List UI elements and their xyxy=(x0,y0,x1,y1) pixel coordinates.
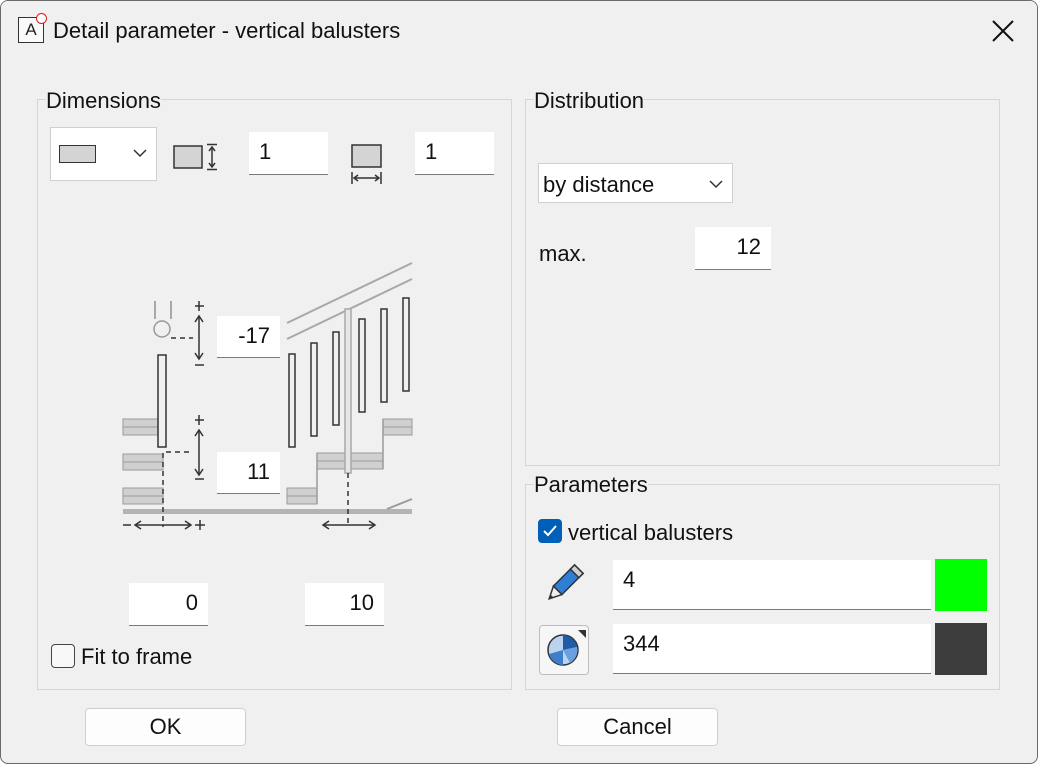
start-offset-input[interactable]: 0 xyxy=(129,583,208,626)
profile-width-input[interactable]: 1 xyxy=(415,132,494,175)
parameters-label: Parameters xyxy=(534,472,648,498)
close-button[interactable] xyxy=(977,11,1029,51)
fit-to-frame-checkbox[interactable] xyxy=(51,644,75,668)
vertical-balusters-checkbox[interactable] xyxy=(538,519,562,543)
max-label: max. xyxy=(539,241,587,266)
window-title: Detail parameter - vertical balusters xyxy=(53,18,401,43)
distribution-label: Distribution xyxy=(534,88,645,114)
chevron-down-icon xyxy=(133,149,147,158)
distribution-mode-value: by distance xyxy=(543,172,655,197)
ok-button[interactable]: OK xyxy=(85,708,246,746)
line-type-input[interactable]: 344 xyxy=(613,624,931,674)
distribution-group xyxy=(525,99,1000,466)
profile-height-icon xyxy=(173,143,217,171)
profile-shape-dropdown[interactable] xyxy=(50,127,157,181)
dimensions-label: Dimensions xyxy=(46,88,161,114)
cancel-button[interactable]: Cancel xyxy=(557,708,718,746)
app-icon: A xyxy=(18,13,47,43)
pen-button[interactable] xyxy=(539,559,589,609)
line-color-swatch[interactable] xyxy=(935,623,987,675)
close-icon xyxy=(992,20,1014,42)
pencil-icon xyxy=(547,563,585,601)
title-bar: A Detail parameter - vertical balusters xyxy=(1,1,1037,61)
dialog-window: A Detail parameter - vertical balusters … xyxy=(0,0,1038,764)
baluster-diagram xyxy=(122,262,413,530)
max-distance-input[interactable]: 12 xyxy=(695,227,771,270)
distribution-mode-dropdown[interactable]: by distance xyxy=(538,163,733,203)
checkmark-icon xyxy=(543,525,557,537)
vertical-balusters-label: vertical balusters xyxy=(568,520,734,545)
bottom-offset-input[interactable]: 11 xyxy=(217,452,280,494)
chevron-down-icon xyxy=(709,180,723,189)
line-style-icon xyxy=(547,630,586,666)
profile-width-icon xyxy=(351,144,382,184)
fit-to-frame-label: Fit to frame xyxy=(81,644,193,669)
rectangle-profile-icon xyxy=(59,145,96,163)
pen-color-swatch[interactable] xyxy=(935,559,987,611)
pen-thickness-input[interactable]: 4 xyxy=(613,560,931,610)
spacing-offset-input[interactable]: 10 xyxy=(305,583,384,626)
handrail-offset-input[interactable]: -17 xyxy=(217,316,280,358)
line-type-button[interactable] xyxy=(539,625,589,675)
profile-height-input[interactable]: 1 xyxy=(249,132,328,175)
